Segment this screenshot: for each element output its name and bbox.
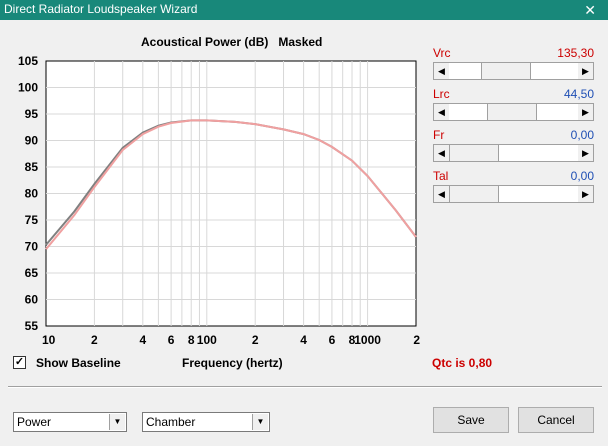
cancel-button[interactable]: Cancel — [518, 407, 594, 433]
slider-thumb[interactable] — [449, 186, 499, 202]
scroll-left-arrow-icon[interactable]: ◀ — [434, 186, 449, 202]
y-tick-label: 65 — [25, 266, 39, 280]
y-tick-label: 70 — [25, 240, 39, 254]
qtc-readout: Qtc is 0,80 — [432, 356, 493, 370]
y-tick-label: 80 — [25, 187, 39, 201]
param-slider-lrc[interactable]: ◀ ▶ — [433, 103, 594, 121]
param-slider-vrc[interactable]: ◀ ▶ — [433, 62, 594, 80]
chevron-down-icon[interactable]: ▼ — [252, 414, 268, 430]
x-tick-label: 8 — [188, 333, 195, 347]
slider-thumb[interactable] — [449, 145, 499, 161]
environment-select-value: Chamber — [146, 415, 196, 429]
x-tick-label: 6 — [329, 333, 336, 347]
y-tick-label: 60 — [25, 293, 39, 307]
x-tick-label: 10 — [42, 333, 56, 347]
scroll-left-arrow-icon[interactable]: ◀ — [434, 104, 449, 120]
x-tick-label: 4 — [139, 333, 146, 347]
slider-thumb[interactable] — [481, 63, 531, 79]
param-slider-tal[interactable]: ◀ ▶ — [433, 185, 594, 203]
scroll-right-arrow-icon[interactable]: ▶ — [578, 104, 593, 120]
mode-select-value: Power — [17, 415, 52, 429]
y-tick-label: 105 — [18, 54, 38, 68]
x-tick-label: 1000 — [354, 333, 381, 347]
param-value-lrc: 44,50 — [563, 87, 594, 101]
scroll-right-arrow-icon[interactable]: ▶ — [578, 145, 593, 161]
y-tick-label: 95 — [25, 107, 39, 121]
y-tick-label: 85 — [25, 160, 39, 174]
show-baseline-checkbox[interactable]: ✓ — [13, 356, 26, 369]
y-tick-label: 55 — [25, 319, 39, 333]
scroll-right-arrow-icon[interactable]: ▶ — [578, 63, 593, 79]
param-label-vrc: Vrc — [433, 46, 451, 60]
param-value-fr: 0,00 — [570, 128, 594, 142]
environment-select[interactable]: Chamber ▼ — [142, 412, 270, 432]
scroll-left-arrow-icon[interactable]: ◀ — [434, 63, 449, 79]
mode-select[interactable]: Power ▼ — [13, 412, 127, 432]
param-label-tal: Tal — [433, 169, 449, 183]
x-tick-label: 6 — [168, 333, 175, 347]
slider-thumb[interactable] — [487, 104, 537, 120]
param-slider-fr[interactable]: ◀ ▶ — [433, 144, 594, 162]
param-value-vrc: 135,30 — [557, 46, 594, 60]
param-label-fr: Fr — [433, 128, 445, 142]
param-value-tal: 0,00 — [570, 169, 594, 183]
x-axis-label: Frequency (hertz) — [182, 356, 283, 370]
y-tick-label: 90 — [25, 134, 39, 148]
show-baseline-label[interactable]: Show Baseline — [36, 356, 121, 370]
separator — [8, 386, 602, 388]
save-button[interactable]: Save — [433, 407, 509, 433]
param-label-lrc: Lrc — [433, 87, 450, 101]
x-tick-label: 2 — [413, 333, 420, 347]
y-tick-label: 75 — [25, 213, 39, 227]
y-tick-label: 100 — [18, 81, 38, 95]
x-tick-label: 100 — [197, 333, 217, 347]
scroll-right-arrow-icon[interactable]: ▶ — [578, 186, 593, 202]
x-tick-label: 2 — [252, 333, 259, 347]
chevron-down-icon[interactable]: ▼ — [109, 414, 125, 430]
x-tick-label: 2 — [91, 333, 98, 347]
x-tick-label: 4 — [300, 333, 307, 347]
scroll-left-arrow-icon[interactable]: ◀ — [434, 145, 449, 161]
